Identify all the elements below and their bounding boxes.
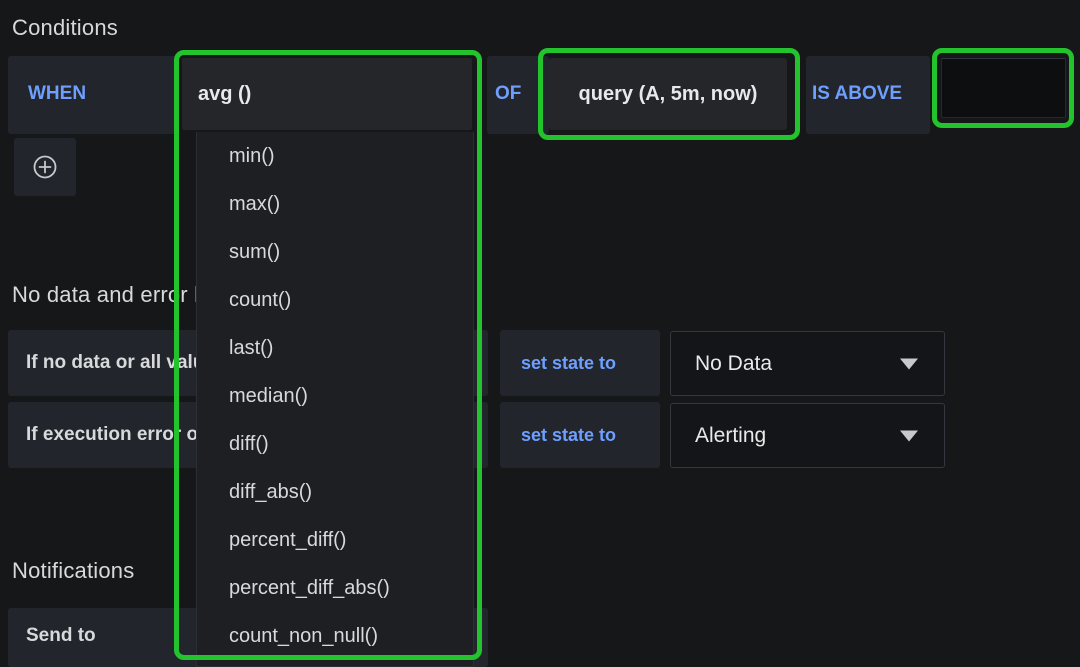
when-label: WHEN [28,84,86,103]
dropdown-item[interactable]: count() [229,290,291,310]
of-label: OF [495,84,521,103]
error-setstate-label: set state to [521,426,616,444]
reducer-dropdown-menu[interactable]: min() max() sum() count() last() median() diff… [196,132,474,667]
nodata-state-value: No Data [695,352,772,376]
chevron-down-icon [900,358,918,369]
query-button[interactable]: query (A, 5m, now) [549,58,787,130]
dropdown-item[interactable]: count_non_null() [229,626,378,646]
reducer-select[interactable]: avg () [182,58,472,130]
plus-circle-icon [32,154,58,180]
nodata-state-select[interactable]: No Data [670,331,945,396]
threshold-input[interactable] [941,58,1066,118]
dropdown-item[interactable]: diff() [229,434,269,454]
dropdown-item[interactable]: median() [229,386,308,406]
chevron-down-icon [900,430,918,441]
send-to-label: Send to [26,626,96,645]
conditions-heading: Conditions [12,15,118,41]
dropdown-item[interactable]: diff_abs() [229,482,312,502]
notifications-heading: Notifications [12,558,134,584]
reducer-value: avg () [198,83,251,106]
nodata-setstate-label: set state to [521,354,616,372]
add-condition-button[interactable] [14,138,76,196]
dropdown-item[interactable]: percent_diff() [229,530,346,550]
error-state-value: Alerting [695,424,766,448]
dropdown-item[interactable]: max() [229,194,280,214]
dropdown-item[interactable]: last() [229,338,273,358]
alert-rule-editor: Conditions WHEN avg () OF query (A, 5m, … [0,0,1080,667]
error-state-select[interactable]: Alerting [670,403,945,468]
dropdown-item[interactable]: sum() [229,242,280,262]
dropdown-item[interactable]: percent_diff_abs() [229,578,390,598]
query-button-label: query (A, 5m, now) [549,83,787,106]
evaluator-label: IS ABOVE [812,84,902,103]
dropdown-item[interactable]: min() [229,146,275,166]
